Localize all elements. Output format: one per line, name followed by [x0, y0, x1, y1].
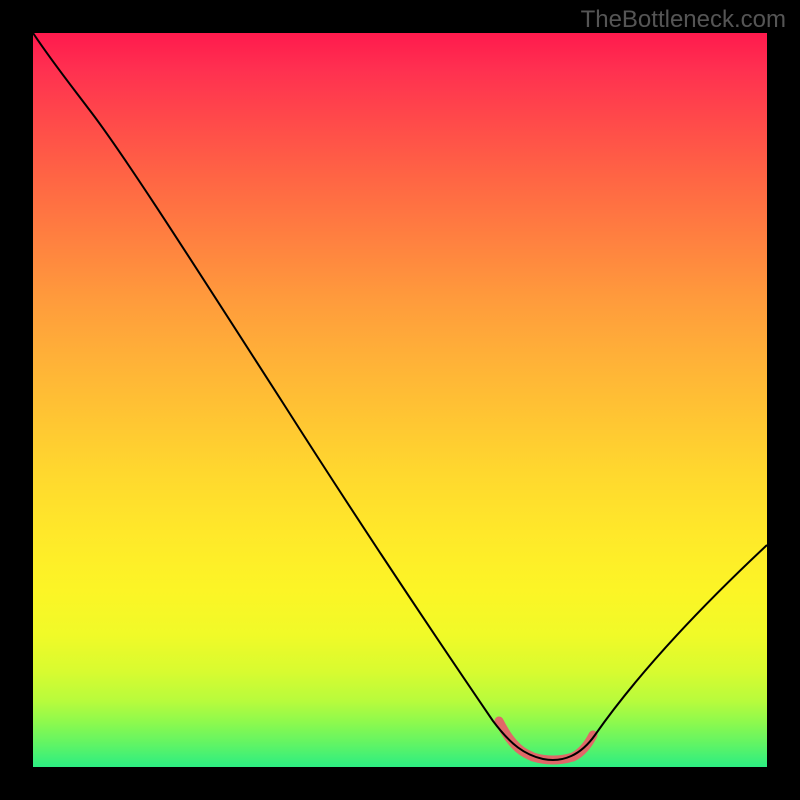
watermark-text: TheBottleneck.com	[581, 6, 786, 34]
chart-plot-area	[33, 33, 767, 767]
highlight-segment	[499, 721, 593, 760]
bottleneck-curve	[33, 33, 767, 760]
chart-svg	[33, 33, 767, 767]
